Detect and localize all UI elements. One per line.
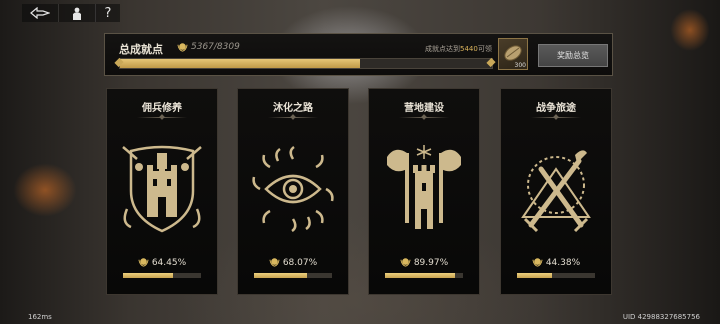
card-camp[interactable]: 营地建设 89.97% <box>368 88 480 295</box>
card-mercenary[interactable]: 佣兵修养 64.45% <box>106 88 218 295</box>
achievement-coin-icon <box>532 258 543 267</box>
card-path[interactable]: 沐化之路 68.07% <box>237 88 349 295</box>
card-percent-row: 64.45% <box>107 257 217 268</box>
achievement-coin-icon <box>400 258 411 267</box>
card-title: 战争旅途 <box>536 103 576 114</box>
card-war-journey[interactable]: 战争旅途 44.38% <box>500 88 612 295</box>
reward-hint-suffix: 可领 <box>477 45 492 53</box>
card-percent: 64.45% <box>151 257 187 268</box>
reward-overview-button[interactable]: 奖励总览 <box>538 44 608 67</box>
card-percent: 89.97% <box>413 257 449 268</box>
card-progress-fill <box>254 273 308 278</box>
crossed-swords-icon <box>521 150 591 233</box>
total-count: 5367/8309 <box>191 42 240 52</box>
card-percent-row: 89.97% <box>369 257 479 268</box>
card-percent-row: 44.38% <box>501 257 611 268</box>
card-progress-fill <box>385 273 456 278</box>
eye-sun-icon <box>252 145 334 233</box>
top-toolbar: ? <box>22 4 120 22</box>
total-progress-fill <box>120 59 361 68</box>
back-button[interactable] <box>22 4 58 22</box>
help-button[interactable]: ? <box>95 4 120 22</box>
total-progress-bar <box>119 58 493 69</box>
divider <box>137 117 187 118</box>
help-icon: ? <box>104 5 112 21</box>
card-progress-fill <box>123 273 174 278</box>
card-progress-bar <box>385 273 463 278</box>
achievement-coin-icon <box>138 258 149 267</box>
card-progress-bar <box>517 273 595 278</box>
character-button[interactable] <box>58 4 95 22</box>
reward-count: 300 <box>514 62 526 69</box>
reward-hint-value: 5440 <box>460 45 478 53</box>
total-title: 总成就点 <box>119 43 163 56</box>
latency-readout: 162ms <box>28 313 52 321</box>
card-progress-bar <box>123 273 201 278</box>
divider <box>268 117 318 118</box>
back-diamond-icon <box>30 7 50 19</box>
divider <box>531 117 581 118</box>
character-icon <box>73 7 81 20</box>
achievement-coin-icon <box>269 258 280 267</box>
card-progress-fill <box>517 273 552 278</box>
reward-hint-prefix: 成就点达到 <box>425 45 460 53</box>
castle-shield-icon <box>122 145 202 233</box>
card-percent-row: 68.07% <box>238 257 348 268</box>
tower-axes-icon <box>387 145 461 229</box>
card-title: 沐化之路 <box>273 103 313 114</box>
reward-hint: 成就点达到5440可领 <box>425 44 492 54</box>
total-achievement-panel: 总成就点 5367/8309 成就点达到5440可领 <box>104 33 613 76</box>
card-title: 营地建设 <box>404 103 444 114</box>
card-percent: 44.38% <box>545 257 581 268</box>
reward-item[interactable]: 300 <box>498 38 528 70</box>
card-progress-bar <box>254 273 332 278</box>
uid-readout: UID 42988327685756 <box>622 313 700 321</box>
card-title: 佣兵修养 <box>142 103 182 114</box>
achievement-coin-icon <box>177 43 188 52</box>
card-percent: 68.07% <box>282 257 318 268</box>
divider <box>399 117 449 118</box>
